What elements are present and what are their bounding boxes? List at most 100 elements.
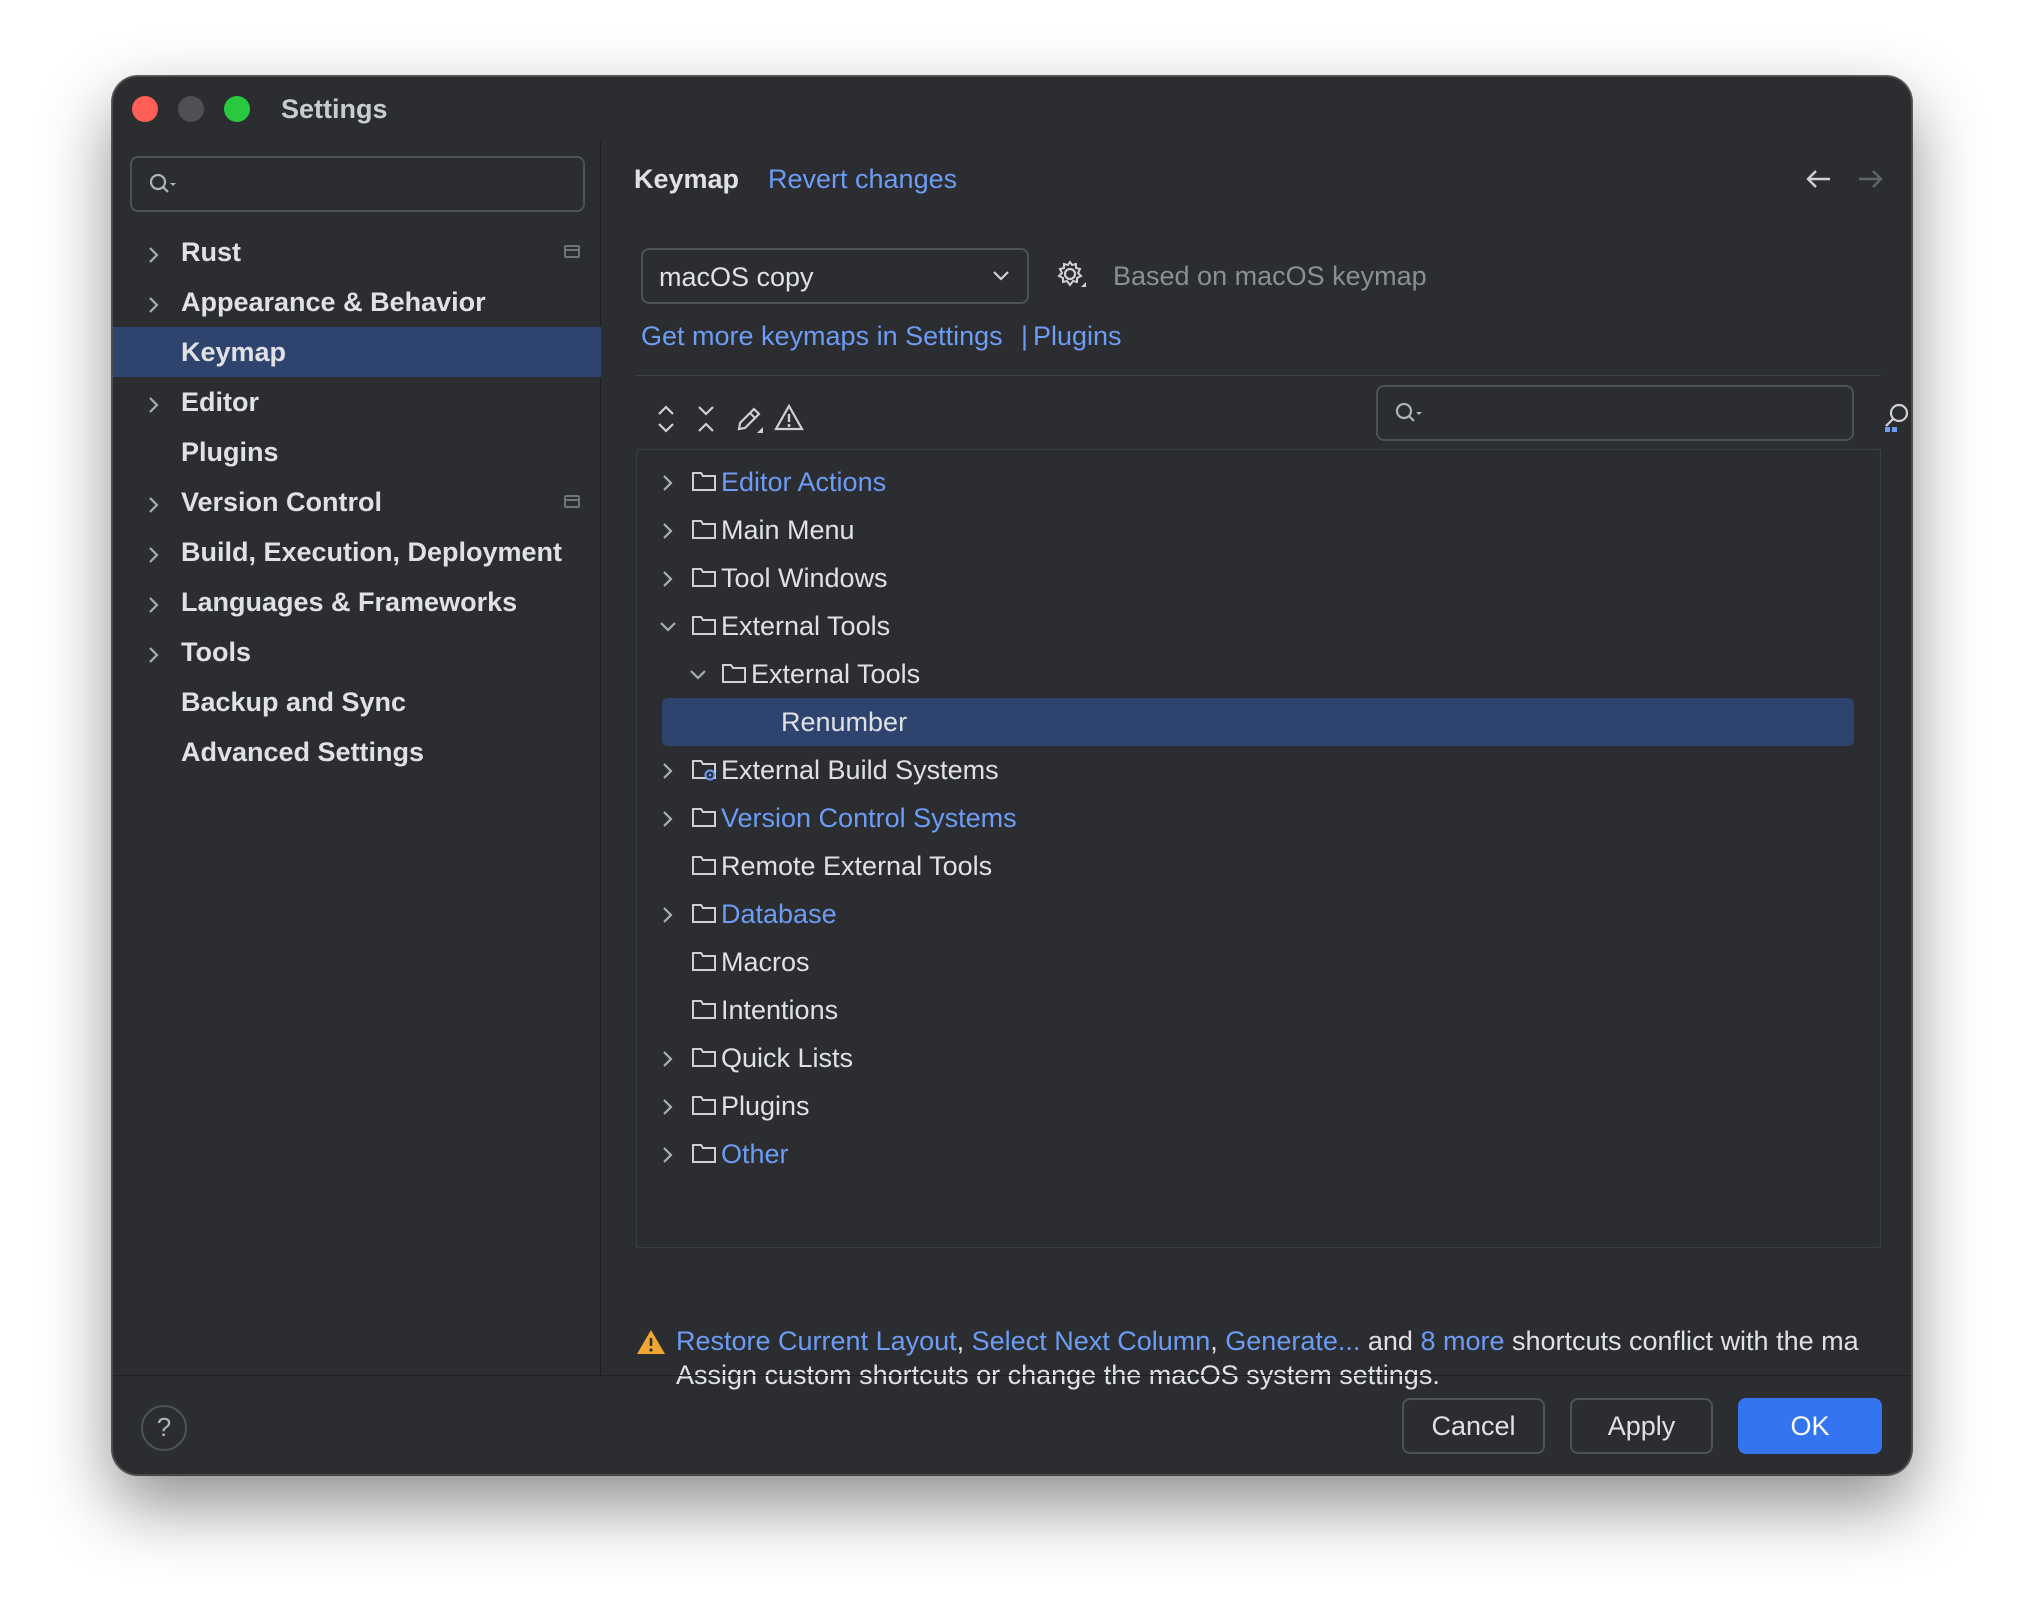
chevron-down-icon[interactable]: [687, 664, 709, 691]
chevron-right-icon[interactable]: [657, 520, 679, 547]
warning-icon: [636, 1328, 666, 1361]
sidebar-item-version-control[interactable]: Version Control: [113, 477, 601, 527]
chevron-right-icon[interactable]: [657, 1048, 679, 1075]
get-more-keymaps-link[interactable]: Get more keymaps in Settings: [641, 321, 1003, 352]
sidebar-item-label: Plugins: [181, 437, 279, 467]
settings-nav: Rust Appearance & Behavior Keymap Editor Plu…: [113, 227, 601, 777]
conflict-link-restore-current-layout[interactable]: Restore Current Layout: [676, 1326, 957, 1356]
tree-folder-row[interactable]: Quick Lists: [637, 1034, 1880, 1082]
chevron-right-icon[interactable]: [657, 1144, 679, 1171]
folder-icon: [691, 852, 717, 883]
divider: [636, 375, 1881, 376]
tree-folder-row[interactable]: Plugins: [637, 1082, 1880, 1130]
chevron-right-icon[interactable]: [657, 904, 679, 931]
tree-folder-row[interactable]: Main Menu: [637, 506, 1880, 554]
forward-arrow-icon[interactable]: [1856, 169, 1884, 194]
sidebar-item-build-execution-deployment[interactable]: Build, Execution, Deployment: [113, 527, 601, 577]
tree-folder-row[interactable]: Macros: [637, 938, 1880, 986]
settings-search-input[interactable]: [130, 156, 585, 212]
chevron-right-icon[interactable]: [143, 292, 165, 323]
help-button[interactable]: ?: [141, 1405, 187, 1451]
tree-folder-row[interactable]: Database: [637, 890, 1880, 938]
plugins-link[interactable]: Plugins: [1033, 321, 1122, 352]
sidebar-item-keymap[interactable]: Keymap: [113, 327, 601, 377]
minimize-window-button[interactable]: [178, 96, 204, 122]
revert-changes-link[interactable]: Revert changes: [768, 164, 957, 195]
chevron-right-icon[interactable]: [143, 542, 165, 573]
page-title: Keymap: [634, 164, 740, 194]
tree-action-row[interactable]: Renumber: [637, 698, 1880, 746]
chevron-down-icon[interactable]: [657, 616, 679, 643]
sidebar-item-label: Appearance & Behavior: [181, 287, 486, 317]
back-arrow-icon[interactable]: [1805, 169, 1833, 194]
sidebar-item-editor[interactable]: Editor: [113, 377, 601, 427]
tree-folder-row[interactable]: Editor Actions: [637, 458, 1880, 506]
sidebar-item-plugins[interactable]: Plugins: [113, 427, 601, 477]
keymap-dropdown[interactable]: macOS copy: [641, 248, 1029, 304]
cancel-button[interactable]: Cancel: [1402, 1398, 1545, 1454]
expand-all-icon[interactable]: [654, 403, 678, 440]
sidebar-item-languages-frameworks[interactable]: Languages & Frameworks: [113, 577, 601, 627]
chevron-right-icon[interactable]: [657, 472, 679, 499]
conflict-link-more[interactable]: 8 more: [1420, 1326, 1504, 1356]
tree-item-label: External Tools: [721, 611, 891, 641]
conflict-and: and: [1360, 1326, 1421, 1356]
chevron-right-icon[interactable]: [657, 760, 679, 787]
dialog-footer: ? Cancel Apply OK: [113, 1375, 1911, 1474]
sidebar-item-rust[interactable]: Rust: [113, 227, 601, 277]
tree-folder-row[interactable]: External Build Systems: [637, 746, 1880, 794]
conflict-message: Restore Current Layout, Select Next Colu…: [676, 1326, 1859, 1357]
chevron-right-icon[interactable]: [143, 592, 165, 623]
chevron-right-icon[interactable]: [143, 392, 165, 423]
sidebar-item-label: Tools: [181, 637, 251, 667]
chevron-right-icon[interactable]: [657, 808, 679, 835]
sidebar-item-tools[interactable]: Tools: [113, 627, 601, 677]
apply-button[interactable]: Apply: [1570, 1398, 1713, 1454]
tree-item-label: Main Menu: [721, 515, 855, 545]
close-window-button[interactable]: [132, 96, 158, 122]
conflicts-warning-icon[interactable]: [774, 403, 804, 438]
chevron-right-icon[interactable]: [657, 568, 679, 595]
sidebar-item-label: Languages & Frameworks: [181, 587, 518, 617]
tree-folder-row[interactable]: External Tools: [637, 650, 1880, 698]
ok-button[interactable]: OK: [1738, 1398, 1882, 1454]
sidebar-item-label: Advanced Settings: [181, 737, 425, 767]
chevron-right-icon[interactable]: [657, 1096, 679, 1123]
tree-folder-row[interactable]: Intentions: [637, 986, 1880, 1034]
folder-icon: [691, 612, 717, 643]
action-search-input[interactable]: [1376, 385, 1854, 441]
collapse-all-icon[interactable]: [694, 403, 718, 440]
keymap-dropdown-value: macOS copy: [659, 262, 814, 292]
conflict-link-select-next-column[interactable]: Select Next Column: [972, 1326, 1211, 1356]
tree-item-label: Version Control Systems: [721, 803, 1017, 833]
chevron-right-icon[interactable]: [143, 642, 165, 673]
sidebar-item-backup-and-sync[interactable]: Backup and Sync: [113, 677, 601, 727]
tree-folder-row[interactable]: Tool Windows: [637, 554, 1880, 602]
maximize-window-button[interactable]: [224, 96, 250, 122]
gear-icon[interactable]: [1055, 259, 1089, 298]
chevron-right-icon[interactable]: [143, 242, 165, 273]
tree-item-label: External Build Systems: [721, 755, 999, 785]
edit-icon[interactable]: [733, 403, 765, 440]
folder-icon: [691, 900, 717, 931]
chevron-right-icon[interactable]: [143, 492, 165, 523]
window-title: Settings: [281, 94, 388, 124]
conflict-link-generate[interactable]: Generate...: [1225, 1326, 1360, 1356]
tree-folder-row[interactable]: Other: [637, 1130, 1880, 1178]
sidebar-item-label: Build, Execution, Deployment: [181, 537, 563, 567]
sidebar-item-appearance-behavior[interactable]: Appearance & Behavior: [113, 277, 601, 327]
conflict-separator: ,: [1210, 1326, 1226, 1356]
project-level-icon: [564, 245, 580, 258]
folder-icon: [691, 468, 717, 499]
tree-folder-row[interactable]: Version Control Systems: [637, 794, 1880, 842]
search-icon: [148, 172, 180, 201]
find-by-shortcut-icon[interactable]: [1881, 401, 1911, 440]
tree-item-label: Tool Windows: [721, 563, 888, 593]
tree-folder-row[interactable]: Remote External Tools: [637, 842, 1880, 890]
conflict-suffix: shortcuts conflict with the ma: [1504, 1326, 1859, 1356]
conflict-separator: ,: [956, 1326, 972, 1356]
tree-item-label: Quick Lists: [721, 1043, 854, 1073]
based-on-label: Based on macOS keymap: [1113, 261, 1427, 291]
sidebar-item-advanced-settings[interactable]: Advanced Settings: [113, 727, 601, 777]
tree-folder-row[interactable]: External Tools: [637, 602, 1880, 650]
